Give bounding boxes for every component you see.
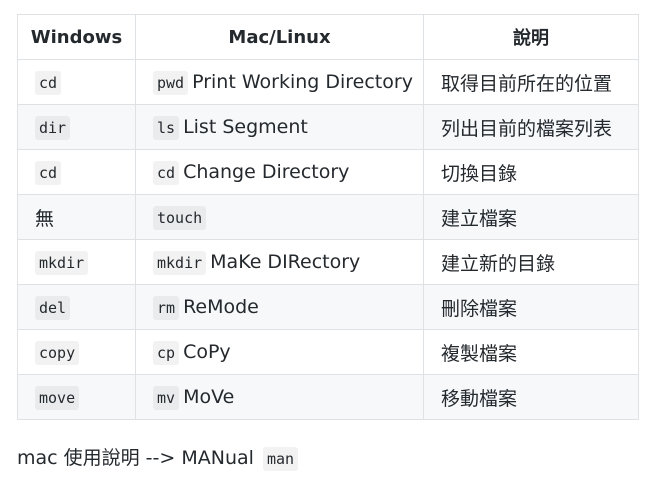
description-text: 複製檔案 (441, 342, 518, 365)
windows-cell: 無 (17, 194, 136, 240)
description-cell: 移動檔案 (423, 374, 639, 420)
description-cell: 列出目前的檔案列表 (423, 104, 639, 150)
windows-cell: copy (17, 329, 136, 375)
description-text: 建立新的目錄 (441, 252, 556, 275)
windows-text: 無 (35, 207, 55, 230)
footer-text: mac 使用說明 --> MANual (17, 447, 254, 469)
windows-cell: move (17, 374, 136, 420)
table-body: cd pwd Print Working Directory 取得目前所在的位置 dir… (17, 59, 639, 420)
windows-command: move (35, 386, 80, 410)
mac-command: mv (153, 386, 180, 410)
description-text: 取得目前所在的位置 (441, 72, 613, 95)
description-cell: 刪除檔案 (423, 284, 639, 330)
mac-command: touch (153, 206, 207, 230)
description-text: 刪除檔案 (441, 297, 518, 320)
description-cell: 切換目錄 (423, 149, 639, 195)
mac-command: rm (153, 296, 180, 320)
table-row: cd cd Change Directory 切換目錄 (17, 149, 639, 195)
windows-command: del (35, 296, 71, 320)
windows-command: cd (35, 161, 62, 185)
windows-cell: del (17, 284, 136, 330)
description-cell: 複製檔案 (423, 329, 639, 375)
windows-cell: mkdir (17, 239, 136, 285)
mac-linux-cell: rm ReMode (135, 284, 424, 330)
mac-linux-cell: cd Change Directory (135, 149, 424, 195)
mac-command-meaning: CoPy (183, 341, 231, 363)
table-row: copy cp CoPy 複製檔案 (17, 329, 639, 375)
table-row: move mv MoVe 移動檔案 (17, 374, 639, 420)
windows-cell: dir (17, 104, 136, 150)
description-cell: 建立新的目錄 (423, 239, 639, 285)
table-header-row: Windows Mac/Linux 說明 (17, 14, 639, 60)
table-row: dir ls List Segment 列出目前的檔案列表 (17, 104, 639, 150)
mac-command-meaning: Print Working Directory (192, 71, 413, 93)
description-text: 移動檔案 (441, 387, 518, 410)
description-cell: 建立檔案 (423, 194, 639, 240)
mac-command-meaning: MaKe DIRectory (210, 251, 361, 273)
windows-command: cd (35, 71, 62, 95)
windows-command: dir (35, 116, 71, 140)
table-row: del rm ReMode 刪除檔案 (17, 284, 639, 330)
footer-note: mac 使用說明 --> MANual man (17, 443, 302, 471)
mac-command: cp (153, 341, 180, 365)
description-text: 列出目前的檔案列表 (441, 117, 613, 140)
table-row: mkdir mkdir MaKe DIRectory 建立新的目錄 (17, 239, 639, 285)
windows-command: mkdir (35, 251, 89, 275)
mac-linux-cell: mkdir MaKe DIRectory (135, 239, 424, 285)
commands-table: Windows Mac/Linux 說明 cd pwd Print Working … (17, 14, 639, 420)
description-cell: 取得目前所在的位置 (423, 59, 639, 105)
mac-command: mkdir (153, 251, 207, 275)
header-windows: Windows (17, 14, 136, 60)
mac-command-meaning: MoVe (183, 386, 235, 408)
description-text: 建立檔案 (441, 207, 518, 230)
mac-linux-cell: touch (135, 194, 424, 240)
description-text: 切換目錄 (441, 162, 518, 185)
windows-cell: cd (17, 149, 136, 195)
mac-command: ls (153, 116, 180, 140)
mac-command-meaning: List Segment (183, 116, 308, 138)
windows-cell: cd (17, 59, 136, 105)
mac-linux-cell: cp CoPy (135, 329, 424, 375)
mac-command-meaning: Change Directory (183, 161, 350, 183)
mac-command: cd (153, 161, 180, 185)
windows-command: copy (35, 341, 80, 365)
mac-command: pwd (153, 71, 189, 95)
mac-command-meaning: ReMode (183, 296, 259, 318)
mac-linux-cell: ls List Segment (135, 104, 424, 150)
header-description: 說明 (423, 14, 639, 60)
footer-code: man (262, 447, 299, 471)
mac-linux-cell: pwd Print Working Directory (135, 59, 424, 105)
mac-linux-cell: mv MoVe (135, 374, 424, 420)
table-row: 無 touch 建立檔案 (17, 194, 639, 240)
table-row: cd pwd Print Working Directory 取得目前所在的位置 (17, 59, 639, 105)
header-mac-linux: Mac/Linux (135, 14, 424, 60)
